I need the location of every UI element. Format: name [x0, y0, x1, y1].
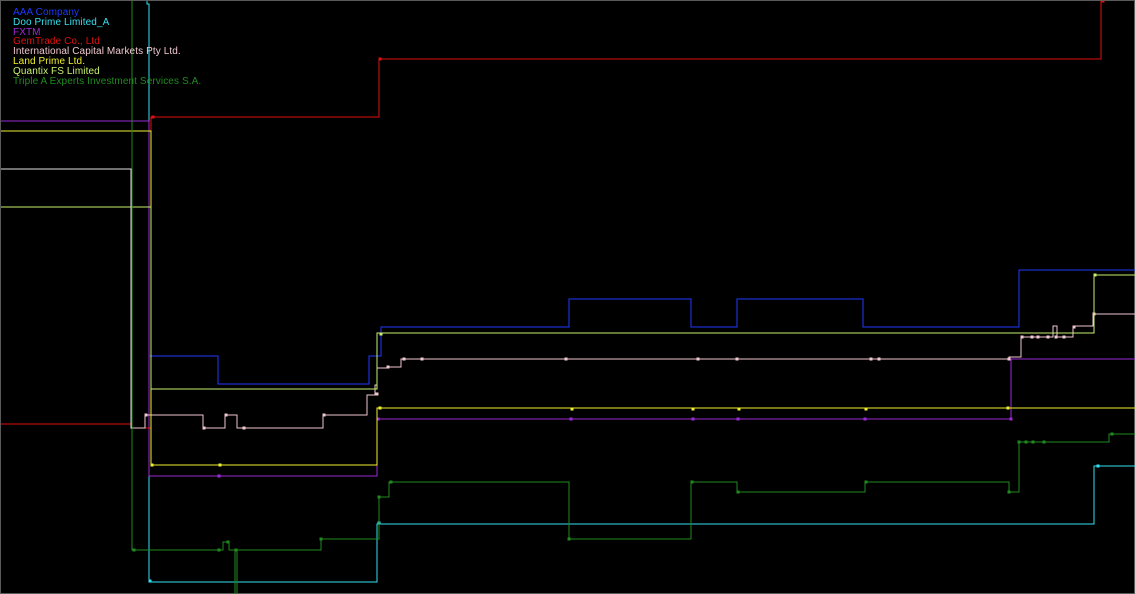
series-line-doo-prime-limited-a [146, 1, 1135, 583]
data-point-land-prime-ltd [1006, 406, 1010, 410]
series-line-aaa-company [149, 269, 1135, 385]
data-point-land-prime-ltd [218, 463, 222, 467]
data-point-gemtrade-co-ltd [378, 57, 382, 61]
data-point-international-capital-markets-pty-ltd [877, 357, 881, 361]
data-point-international-capital-markets-pty-ltd [869, 357, 873, 361]
legend: AAA Company Doo Prime Limited_A FXTM GemTra… [13, 8, 201, 86]
data-point-international-capital-markets-pty-ltd [202, 426, 206, 430]
data-point-land-prime-ltd [150, 463, 154, 467]
data-point-international-capital-markets-pty-ltd [375, 392, 379, 396]
data-point-international-capital-markets-pty-ltd [1030, 335, 1034, 339]
data-point-triple-a-experts-investment-services-s-a [1024, 440, 1028, 444]
data-point-triple-a-experts-investment-services-s-a [1031, 440, 1035, 444]
data-point-fxtm [691, 417, 695, 421]
step-line-chart [1, 1, 1135, 594]
data-point-international-capital-markets-pty-ltd [564, 357, 568, 361]
legend-item-triple-a-experts-investment-services-s-a: Triple A Experts Investment Services S.A… [13, 75, 202, 87]
data-point-international-capital-markets-pty-ltd [144, 413, 148, 417]
series-line-fxtm [1, 120, 1135, 477]
data-point-land-prime-ltd [378, 406, 382, 410]
data-point-international-capital-markets-pty-ltd [402, 357, 406, 361]
data-point-international-capital-markets-pty-ltd [1046, 335, 1050, 339]
chart-panel: AAA Company Doo Prime Limited_A FXTM GemTra… [0, 0, 1135, 594]
data-point-triple-a-experts-investment-services-s-a [736, 490, 740, 494]
data-point-triple-a-experts-investment-services-s-a [1007, 490, 1011, 494]
data-point-fxtm [1009, 417, 1013, 421]
data-point-international-capital-markets-pty-ltd [1062, 335, 1066, 339]
data-point-fxtm [863, 417, 867, 421]
data-point-triple-a-experts-investment-services-s-a [1042, 440, 1046, 444]
series-line-unnamed-8 [1, 168, 132, 429]
data-point-triple-a-experts-investment-services-s-a [690, 480, 694, 484]
data-point-triple-a-experts-investment-services-s-a [217, 548, 221, 552]
data-point-doo-prime-limited-a [148, 579, 152, 583]
data-point-doo-prime-limited-a [1096, 464, 1100, 468]
data-point-fxtm [569, 417, 573, 421]
data-point-international-capital-markets-pty-ltd [242, 426, 246, 430]
data-point-triple-a-experts-investment-services-s-a [1017, 440, 1021, 444]
data-point-land-prime-ltd [691, 407, 695, 411]
data-point-triple-a-experts-investment-services-s-a [234, 548, 238, 552]
data-point-triple-a-experts-investment-services-s-a [567, 537, 571, 541]
series-line-triple-a-experts-investment-services-s-a [131, 1, 1135, 594]
series-line-international-capital-markets-pty-ltd [131, 313, 1135, 429]
data-point-international-capital-markets-pty-ltd [1036, 335, 1040, 339]
data-point-international-capital-markets-pty-ltd [224, 413, 228, 417]
data-point-triple-a-experts-investment-services-s-a [226, 540, 230, 544]
data-point-gemtrade-co-ltd [1101, 1, 1105, 3]
data-point-gemtrade-co-ltd [151, 115, 155, 119]
data-point-international-capital-markets-pty-ltd [735, 357, 739, 361]
data-point-international-capital-markets-pty-ltd [1054, 335, 1058, 339]
data-point-fxtm [217, 474, 221, 478]
data-point-land-prime-ltd [864, 407, 868, 411]
data-point-fxtm [736, 417, 740, 421]
data-point-international-capital-markets-pty-ltd [1007, 357, 1011, 361]
data-point-international-capital-markets-pty-ltd [1072, 325, 1076, 329]
data-point-triple-a-experts-investment-services-s-a [1110, 432, 1114, 436]
data-point-triple-a-experts-investment-services-s-a [377, 495, 381, 499]
series-line-quantix-fs-limited [1, 206, 1135, 390]
data-point-international-capital-markets-pty-ltd [386, 365, 390, 369]
data-point-triple-a-experts-investment-services-s-a [389, 480, 393, 484]
data-point-land-prime-ltd [570, 407, 574, 411]
data-point-triple-a-experts-investment-services-s-a [319, 537, 323, 541]
data-point-quantix-fs-limited [1093, 273, 1097, 277]
data-point-triple-a-experts-investment-services-s-a [132, 548, 136, 552]
data-point-triple-a-experts-investment-services-s-a [864, 480, 868, 484]
data-point-international-capital-markets-pty-ltd [322, 413, 326, 417]
data-point-international-capital-markets-pty-ltd [420, 357, 424, 361]
data-point-land-prime-ltd [737, 407, 741, 411]
data-point-international-capital-markets-pty-ltd [696, 357, 700, 361]
legend-item-doo-prime-limited-a: Doo Prime Limited_A [13, 16, 110, 28]
data-point-quantix-fs-limited [379, 332, 383, 336]
data-point-international-capital-markets-pty-ltd [1020, 335, 1024, 339]
